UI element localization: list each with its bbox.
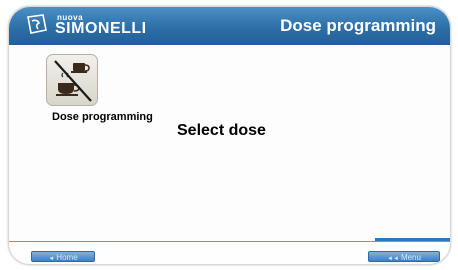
title-bar: nuova SIMONELLI Dose programming [9, 7, 450, 45]
dose-programming-label: Dose programming [52, 111, 153, 123]
home-label: Home [56, 253, 78, 262]
page-title: Dose programming [280, 16, 436, 35]
menu-label: Menu [400, 253, 421, 262]
menu-button[interactable]: ◄◄ Menu [368, 251, 440, 262]
select-dose-prompt: Select dose [177, 122, 266, 139]
arrow-right-icon: ◄◄ [387, 256, 399, 262]
footer-divider-accent [375, 238, 450, 241]
simonelli-logo-icon [27, 14, 47, 34]
display-frame: nuova SIMONELLI Dose programming Dose pr… [8, 6, 451, 265]
arrow-left-icon: ◄ [48, 256, 55, 262]
main-panel: Dose programming Select dose [9, 45, 450, 241]
footer-divider [9, 241, 450, 242]
brand-logo: nuova SIMONELLI [25, 13, 147, 37]
brand-name: SIMONELLI [55, 19, 147, 37]
cup-crossed-icon [54, 60, 92, 102]
dose-programming-button[interactable] [46, 54, 98, 106]
home-button[interactable]: ◄ Home [31, 251, 95, 262]
